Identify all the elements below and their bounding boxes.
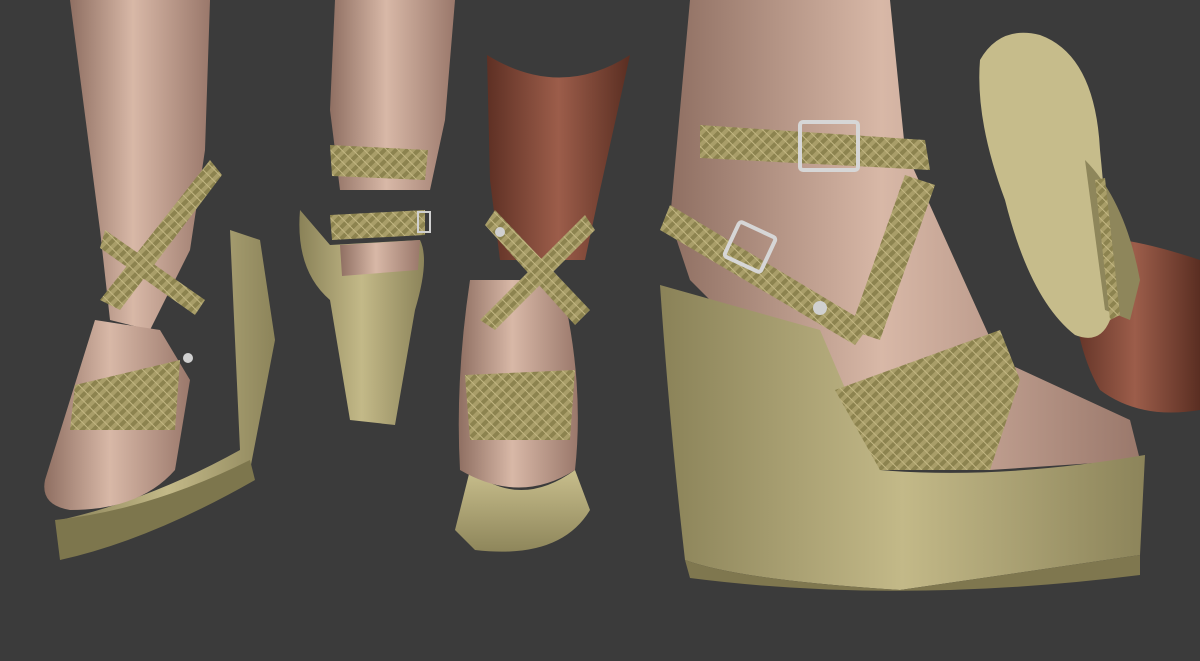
rivet	[495, 227, 505, 237]
sandal-view-underside	[979, 32, 1200, 413]
wedge-sandal-render	[44, 0, 1200, 591]
ankle-strap	[330, 145, 428, 180]
rivet	[813, 301, 827, 315]
toe-strap	[465, 370, 575, 440]
sandal-view-front	[455, 55, 630, 552]
sandal-view-back	[299, 0, 455, 425]
rivet	[183, 353, 193, 363]
sandal-view-front-left	[44, 0, 275, 560]
render-viewport	[0, 0, 1200, 661]
heel-strap	[330, 210, 425, 240]
